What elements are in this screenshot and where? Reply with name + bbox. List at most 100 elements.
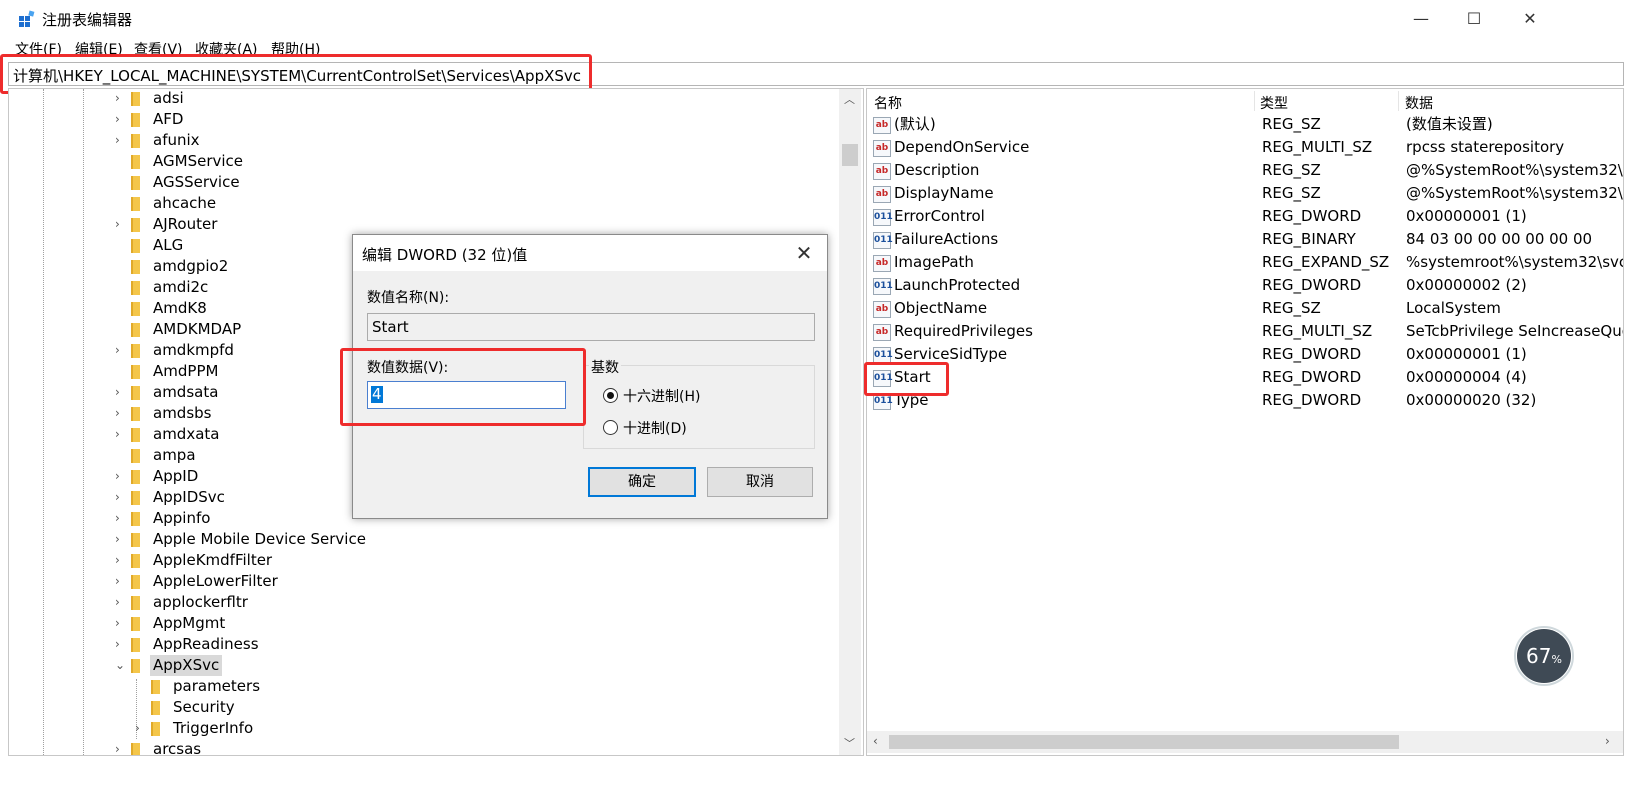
tree-item-label[interactable]: amdsata (153, 382, 218, 403)
chevron-right-icon[interactable]: › (115, 214, 129, 235)
tree-item-label[interactable]: AppleKmdfFilter (153, 550, 272, 571)
tree-item-label[interactable]: amdxata (153, 424, 219, 445)
decimal-radio-label[interactable]: 十进制(D) (623, 418, 687, 438)
minimize-button[interactable]: — (1393, 0, 1449, 36)
column-separator[interactable] (1254, 91, 1255, 111)
column-header-type[interactable]: 类型 (1260, 93, 1288, 113)
values-horizontal-scrollbar[interactable]: ‹ › (867, 731, 1623, 753)
value-data: %systemroot%\system32\svchost.exe (1406, 253, 1623, 271)
tree-item-label[interactable]: ahcache (153, 193, 216, 214)
tree-item-label[interactable]: AppID (153, 466, 198, 487)
tree-item-label[interactable]: AmdPPM (153, 361, 218, 382)
chevron-right-icon[interactable]: › (115, 109, 129, 130)
tree-item-label[interactable]: AJRouter (153, 214, 217, 235)
column-separator[interactable] (1398, 91, 1399, 111)
folder-icon (131, 554, 140, 568)
chevron-right-icon[interactable]: › (115, 89, 129, 109)
tree-item-label[interactable]: AppMgmt (153, 613, 225, 634)
tree-item-label[interactable]: afunix (153, 130, 200, 151)
chevron-right-icon[interactable]: › (115, 571, 129, 592)
binary-value-icon: 011 (873, 278, 893, 295)
tree-item-label[interactable]: amdi2c (153, 277, 208, 298)
tree-item-label[interactable]: Apple Mobile Device Service (153, 529, 366, 550)
tree-item-label[interactable]: AppReadiness (153, 634, 259, 655)
dialog-close-button[interactable]: ✕ (789, 239, 819, 267)
chevron-right-icon[interactable]: › (115, 424, 129, 445)
chevron-down-icon[interactable]: ⌄ (115, 655, 129, 676)
chevron-right-icon[interactable]: › (115, 466, 129, 487)
tree-item-label[interactable]: Security (173, 697, 235, 718)
chevron-right-icon[interactable]: › (115, 340, 129, 361)
value-row[interactable]: 011 FailureActions REG_BINARY 84 03 00 00 0… (867, 228, 1623, 251)
value-row[interactable]: 011 ServiceSidType REG_DWORD 0x00000001 (1) (867, 343, 1623, 366)
value-row[interactable]: 011 LaunchProtected REG_DWORD 0x00000002 (2… (867, 274, 1623, 297)
values-pane[interactable]: 名称 类型 数据 ab (默认) REG_SZ (数值未设置) ab DependOnSe… (866, 88, 1624, 756)
tree-item-label[interactable]: AGMService (153, 151, 243, 172)
ok-button[interactable]: 确定 (588, 467, 696, 497)
close-button[interactable]: ✕ (1502, 0, 1558, 36)
tree-item-label[interactable]: parameters (173, 676, 260, 697)
chevron-right-icon[interactable]: › (135, 718, 149, 739)
chevron-right-icon[interactable]: › (115, 550, 129, 571)
chevron-right-icon[interactable]: › (115, 529, 129, 550)
hex-radio-label[interactable]: 十六进制(H) (623, 386, 700, 406)
value-row[interactable]: ab DisplayName REG_SZ @%SystemRoot%\system3… (867, 182, 1623, 205)
folder-icon (131, 449, 140, 463)
chevron-right-icon[interactable]: › (115, 130, 129, 151)
tree-item-label[interactable]: arcsas (153, 739, 201, 755)
value-row[interactable]: ab DependOnService REG_MULTI_SZ rpcss state… (867, 136, 1623, 159)
value-row[interactable]: 011 Start REG_DWORD 0x00000004 (4) (867, 366, 1623, 389)
value-row[interactable]: ab ImagePath REG_EXPAND_SZ %systemroot%\sys… (867, 251, 1623, 274)
tree-item-label[interactable]: AppIDSvc (153, 487, 225, 508)
scroll-up-icon[interactable]: ︿ (844, 91, 855, 107)
tree-item-label[interactable]: TriggerInfo (173, 718, 253, 739)
tree-item-label[interactable]: ampa (153, 445, 196, 466)
value-name: LaunchProtected (894, 276, 1021, 294)
folder-icon (131, 617, 140, 631)
tree-item-label[interactable]: AMDKMDAP (153, 319, 241, 340)
tree-item-label[interactable]: amdsbs (153, 403, 211, 424)
chevron-right-icon[interactable]: › (115, 613, 129, 634)
tree-item-label[interactable]: AFD (153, 109, 183, 130)
folder-icon (151, 701, 160, 715)
tree-item-label[interactable]: AmdK8 (153, 298, 207, 319)
string-value-icon: ab (873, 186, 891, 203)
value-name: ErrorControl (894, 207, 985, 225)
chevron-right-icon[interactable]: › (115, 382, 129, 403)
value-name: RequiredPrivileges (894, 322, 1033, 340)
chevron-right-icon[interactable]: › (115, 487, 129, 508)
decimal-radio[interactable] (603, 420, 618, 435)
tree-item-label[interactable]: amdkmpfd (153, 340, 234, 361)
chevron-right-icon[interactable]: › (115, 508, 129, 529)
value-row[interactable]: ab RequiredPrivileges REG_MULTI_SZ SeTcbPri… (867, 320, 1623, 343)
value-row[interactable]: ab Description REG_SZ @%SystemRoot%\system3… (867, 159, 1623, 182)
scroll-down-icon[interactable]: ﹀ (844, 735, 855, 751)
value-row[interactable]: 011 ErrorControl REG_DWORD 0x00000001 (1) (867, 205, 1623, 228)
column-header-name[interactable]: 名称 (874, 93, 902, 113)
tree-item-label[interactable]: AppXSvc (150, 655, 223, 676)
tree-item-label[interactable]: amdgpio2 (153, 256, 228, 277)
cancel-button[interactable]: 取消 (707, 467, 813, 497)
tree-item-label[interactable]: ALG (153, 235, 183, 256)
values-scroll-thumb[interactable] (889, 735, 1399, 749)
scroll-left-icon[interactable]: ‹ (873, 734, 878, 748)
chevron-right-icon[interactable]: › (115, 592, 129, 613)
value-row[interactable]: ab ObjectName REG_SZ LocalSystem (867, 297, 1623, 320)
tree-item-label[interactable]: Appinfo (153, 508, 210, 529)
scroll-right-icon[interactable]: › (1605, 734, 1610, 748)
tree-vertical-scrollbar[interactable]: ︿ ﹀ (839, 89, 861, 755)
chevron-right-icon[interactable]: › (115, 739, 129, 755)
column-header-data[interactable]: 数据 (1405, 93, 1433, 113)
value-row[interactable]: ab (默认) REG_SZ (数值未设置) (867, 113, 1623, 136)
chevron-right-icon[interactable]: › (115, 634, 129, 655)
tree-scroll-thumb[interactable] (842, 144, 858, 166)
hex-radio[interactable] (603, 388, 618, 403)
tree-item-label[interactable]: AppleLowerFilter (153, 571, 278, 592)
maximize-button[interactable]: ☐ (1446, 0, 1502, 36)
tree-item-label[interactable]: AGSService (153, 172, 240, 193)
chevron-right-icon[interactable]: › (115, 403, 129, 424)
tree-item-label[interactable]: applockerfltr (153, 592, 248, 613)
value-row[interactable]: 011 Type REG_DWORD 0x00000020 (32) (867, 389, 1623, 412)
tree-item-label[interactable]: adsi (153, 89, 184, 109)
string-value-icon: ab (873, 301, 891, 318)
